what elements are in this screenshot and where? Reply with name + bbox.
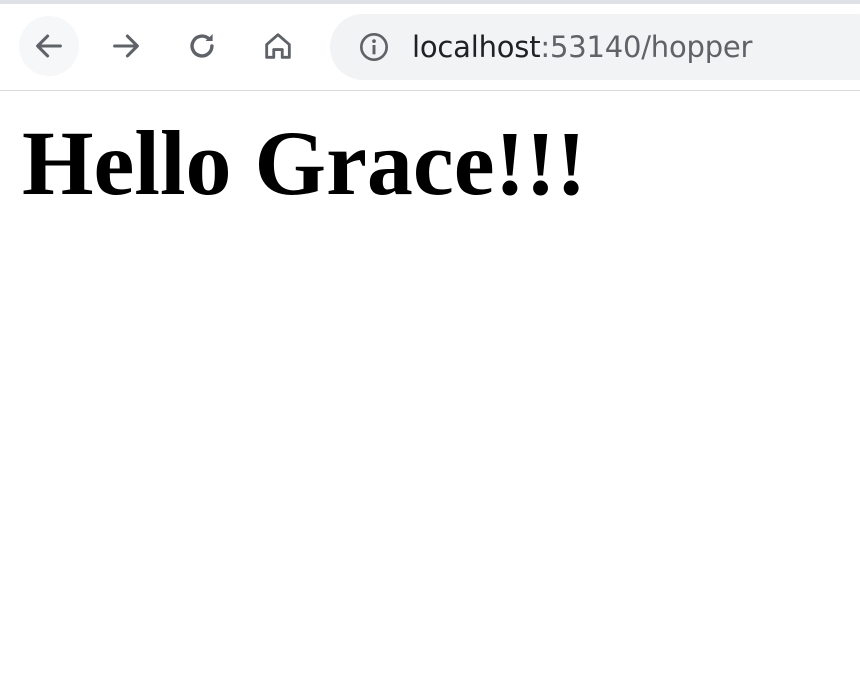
page-content: Hello Grace!!! [0, 91, 860, 675]
url-text[interactable]: localhost:53140/hopper [412, 28, 752, 66]
home-button[interactable] [248, 16, 308, 76]
page-heading: Hello Grace!!! [22, 112, 587, 214]
info-icon[interactable] [358, 31, 390, 63]
address-bar[interactable]: localhost:53140/hopper [330, 14, 860, 80]
arrow-left-icon [36, 34, 62, 58]
browser-toolbar: localhost:53140/hopper [0, 4, 860, 91]
reload-button[interactable] [172, 16, 232, 76]
back-button[interactable] [19, 16, 79, 76]
home-icon [265, 33, 291, 59]
forward-button[interactable] [96, 16, 156, 76]
url-host: localhost [412, 30, 541, 64]
arrow-right-icon [113, 34, 139, 58]
url-port-path: :53140/hopper [540, 30, 753, 64]
reload-icon [190, 33, 214, 58]
